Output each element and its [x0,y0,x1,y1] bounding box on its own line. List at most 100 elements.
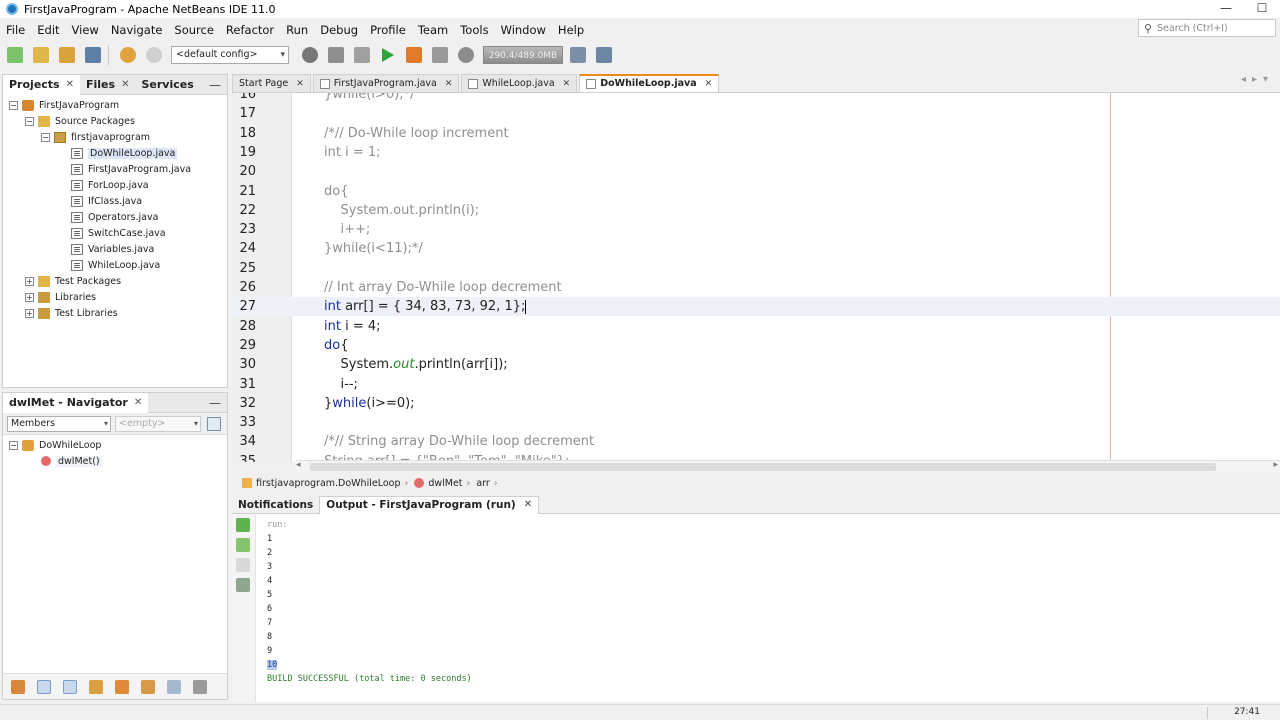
tree-test-packages[interactable]: + Test Packages [3,273,227,289]
run-project-button[interactable] [377,44,399,66]
minimize-panel-button[interactable]: — [209,78,221,92]
profile-dropdown-button[interactable] [455,44,477,66]
close-icon[interactable]: ✕ [445,75,453,93]
sort-by-source-icon[interactable] [141,679,155,694]
build-project-button[interactable] [325,44,347,66]
code-line[interactable]: 34 /*// String array Do-While loop decrem… [232,432,1280,451]
editor-tab[interactable]: WhileLoop.java ✕ [461,74,578,92]
show-nonpublic-icon[interactable] [89,679,103,694]
menu-profile[interactable]: Profile [364,23,412,37]
tab-services[interactable]: Services [135,75,199,95]
breadcrumb-item[interactable]: dwlMet › [414,478,470,489]
new-project-button[interactable] [30,44,52,66]
code-line[interactable]: 29 do{ [232,336,1280,355]
close-icon[interactable]: ✕ [705,75,713,93]
expand-toggle[interactable]: + [25,276,34,286]
menu-help[interactable]: Help [552,23,590,37]
open-project-button[interactable] [56,44,78,66]
sort-by-name-icon[interactable] [167,679,181,694]
scroll-right-icon[interactable]: ▸ [1273,460,1278,470]
show-inherited-icon[interactable] [11,679,25,694]
tree-file-item[interactable]: Variables.java [3,241,227,257]
minimize-panel-button[interactable]: — [209,396,221,410]
editor-tab[interactable]: Start Page ✕ [232,74,311,92]
scrollbar-thumb[interactable] [310,463,1216,471]
tree-file-item[interactable]: WhileLoop.java [3,257,227,273]
code-line[interactable]: 26 // Int array Do-While loop decrement [232,278,1280,297]
close-icon[interactable]: ✕ [121,75,129,95]
editor-tab[interactable]: DoWhileLoop.java ✕ [579,74,720,93]
code-line[interactable]: 21 do{ [232,182,1280,201]
menu-window[interactable]: Window [495,23,552,37]
tree-test-libraries[interactable]: + Test Libraries [3,305,227,321]
scroll-left-icon[interactable]: ◂ [296,460,301,470]
profile-ide-button[interactable] [593,44,615,66]
collapse-toggle[interactable]: − [25,116,34,126]
tree-file-item[interactable]: Operators.java [3,209,227,225]
close-icon[interactable]: ✕ [296,75,304,93]
expand-toggle[interactable]: + [25,292,34,302]
code-line[interactable]: 22 System.out.println(i); [232,201,1280,220]
navigator-class-node[interactable]: − DoWhileLoop [3,437,227,453]
tab-notifications[interactable]: Notifications [232,496,319,514]
show-static-icon[interactable] [63,679,77,694]
search-box[interactable]: ⚲ Search (Ctrl+I) [1138,19,1276,37]
garbage-collect-button[interactable] [567,44,589,66]
code-line[interactable]: 27 int arr[] = { 34, 83, 73, 92, 1}; [232,297,1280,317]
editor-horizontal-scrollbar[interactable]: ◂ ▸ [296,460,1280,472]
tab-output[interactable]: Output - FirstJavaProgram (run) ✕ [319,495,540,514]
navigator-method-node[interactable]: dwlMet() [3,453,227,469]
tree-file-item[interactable]: IfClass.java [3,193,227,209]
members-select[interactable]: Members ▾ [7,415,111,432]
rerun-icon[interactable] [236,518,250,532]
code-line[interactable]: 23 i++; [232,220,1280,239]
close-icon[interactable]: ✕ [66,75,74,95]
undo-button[interactable] [117,44,139,66]
memory-indicator[interactable]: 290.4/489.0MB [483,46,563,64]
save-all-button[interactable] [82,44,104,66]
menu-file[interactable]: File [0,23,31,37]
menu-team[interactable]: Team [412,23,454,37]
profile-project-button[interactable] [429,44,451,66]
code-editor[interactable]: 16}while(i>0);*/ 17 18 /*// Do-While loop i… [232,92,1280,462]
tab-files[interactable]: Files ✕ [80,75,135,95]
output-window[interactable]: run: 1 2 3 4 5 6 7 8 9 10 BUILD SUCCESSFUL (total … [232,514,1280,702]
show-inner-classes-icon[interactable] [115,679,129,694]
menu-tools[interactable]: Tools [454,23,494,37]
menu-run[interactable]: Run [280,23,314,37]
empty-select[interactable]: <empty> ▾ [115,415,201,432]
clean-build-button[interactable] [351,44,373,66]
menu-debug[interactable]: Debug [314,23,364,37]
menu-view[interactable]: View [66,23,105,37]
search-placeholder[interactable]: Search (Ctrl+I) [1157,23,1228,34]
tree-file-item[interactable]: FirstJavaProgram.java [3,161,227,177]
rerun-with-options-icon[interactable] [236,538,250,552]
show-fields-icon[interactable] [37,679,51,694]
code-line[interactable]: 20 [232,162,1280,181]
tree-project-node[interactable]: − FirstJavaProgram [3,97,227,113]
code-line[interactable]: 24}while(i<11);*/ [232,239,1280,258]
menu-refactor[interactable]: Refactor [220,23,280,37]
config-select[interactable]: <default config> ▾ [171,46,289,64]
redo-button[interactable] [143,44,165,66]
code-line[interactable]: 17 [232,104,1280,123]
collapse-toggle[interactable]: − [9,100,18,110]
code-line[interactable]: 25 [232,259,1280,278]
menu-source[interactable]: Source [168,23,220,37]
editor-tab[interactable]: FirstJavaProgram.java ✕ [312,74,460,93]
maximize-window-button[interactable]: ☐ [1244,0,1280,18]
new-file-button[interactable] [4,44,26,66]
expand-toggle[interactable]: + [25,308,34,318]
collapse-toggle[interactable]: − [9,440,18,450]
code-line[interactable]: 31 i--; [232,375,1280,394]
code-line[interactable]: 19 int i = 1; [232,143,1280,162]
close-icon[interactable]: ✕ [524,496,532,514]
stop-icon[interactable] [236,558,250,572]
target-browser-button[interactable] [299,44,321,66]
tab-projects[interactable]: Projects ✕ [3,74,80,95]
code-line[interactable]: 33 [232,413,1280,432]
breadcrumb-item[interactable]: arr › [476,478,497,489]
tab-scroll-arrows[interactable]: ◂▸▾ [1241,74,1274,85]
debug-project-button[interactable] [403,44,425,66]
filter-options-icon[interactable] [207,416,221,431]
